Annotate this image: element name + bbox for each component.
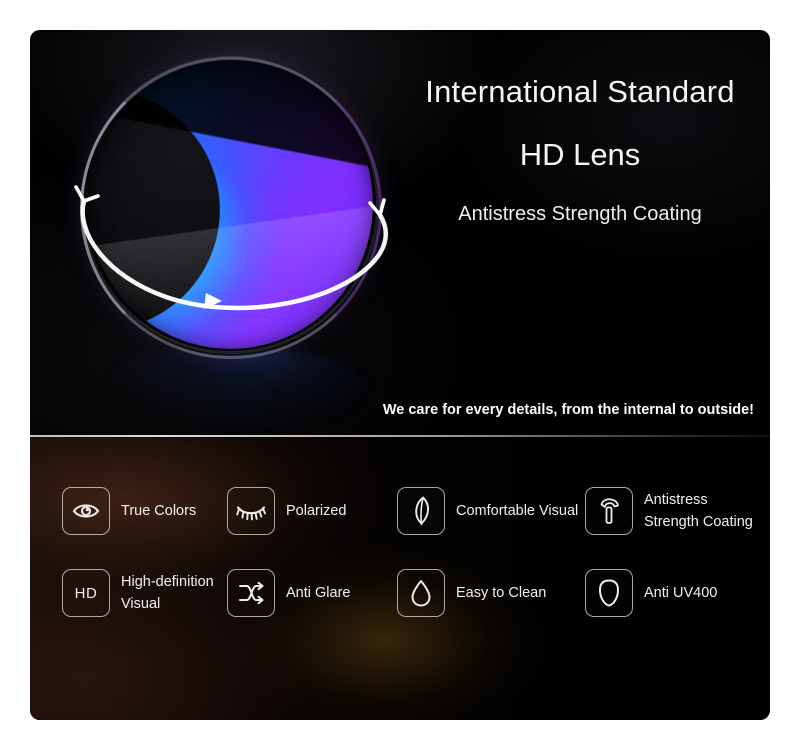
feature-antistress-coating[interactable]: Antistress Strength Coating [585, 487, 760, 535]
hd-text-icon: HD [62, 569, 110, 617]
product-banner-page: International Standard HD Lens Antistres… [0, 0, 800, 752]
hammer-icon [585, 487, 633, 535]
feature-comfortable-visual[interactable]: Comfortable Visual [397, 487, 585, 535]
feature-label: Polarized [286, 502, 347, 519]
feature-true-colors[interactable]: True Colors [62, 487, 227, 535]
feature-label: Antistress Strength Coating [644, 491, 753, 530]
feature-anti-glare[interactable]: Anti Glare [227, 569, 397, 617]
features-row-2: HD High-definition Visual Anti Glare Eas… [62, 557, 762, 629]
hd-lens-sphere [70, 45, 400, 435]
feature-anti-uv400[interactable]: Anti UV400 [585, 569, 760, 617]
hero-panel: International Standard HD Lens Antistres… [30, 30, 770, 435]
feather-icon [397, 487, 445, 535]
hero-title-line2: HD Lens [519, 136, 641, 172]
features-row-1: True Colors Polarized Comfortable Visual… [62, 475, 762, 547]
feature-label: True Colors [121, 502, 197, 519]
features-grid: True Colors Polarized Comfortable Visual… [62, 475, 762, 629]
feature-polarized[interactable]: Polarized [227, 487, 397, 535]
features-panel: True Colors Polarized Comfortable Visual… [30, 437, 770, 720]
water-drop-icon [397, 569, 445, 617]
eyelash-icon [227, 487, 275, 535]
feature-label: High-definition Visual [121, 573, 214, 612]
hd-label: HD [74, 584, 98, 602]
lens-rim [80, 57, 382, 359]
hero-tagline: We care for every details, from the inte… [382, 402, 754, 418]
feature-label: Easy to Clean [456, 584, 547, 601]
shield-icon [585, 569, 633, 617]
feature-easy-to-clean[interactable]: Easy to Clean [397, 569, 585, 617]
feature-high-definition-visual[interactable]: HD High-definition Visual [62, 569, 227, 617]
feature-label: Anti Glare [286, 584, 351, 601]
feature-label: Comfortable Visual [456, 502, 579, 519]
product-banner-card: International Standard HD Lens Antistres… [30, 30, 770, 720]
hero-title-line1: International Standard [425, 74, 735, 109]
feature-label: Anti UV400 [644, 584, 718, 601]
hero-text-block: International Standard HD Lens Antistres… [400, 74, 760, 226]
eye-icon [62, 487, 110, 535]
shuffle-icon [227, 569, 275, 617]
hero-subtitle: Antistress Strength Coating [458, 203, 702, 226]
